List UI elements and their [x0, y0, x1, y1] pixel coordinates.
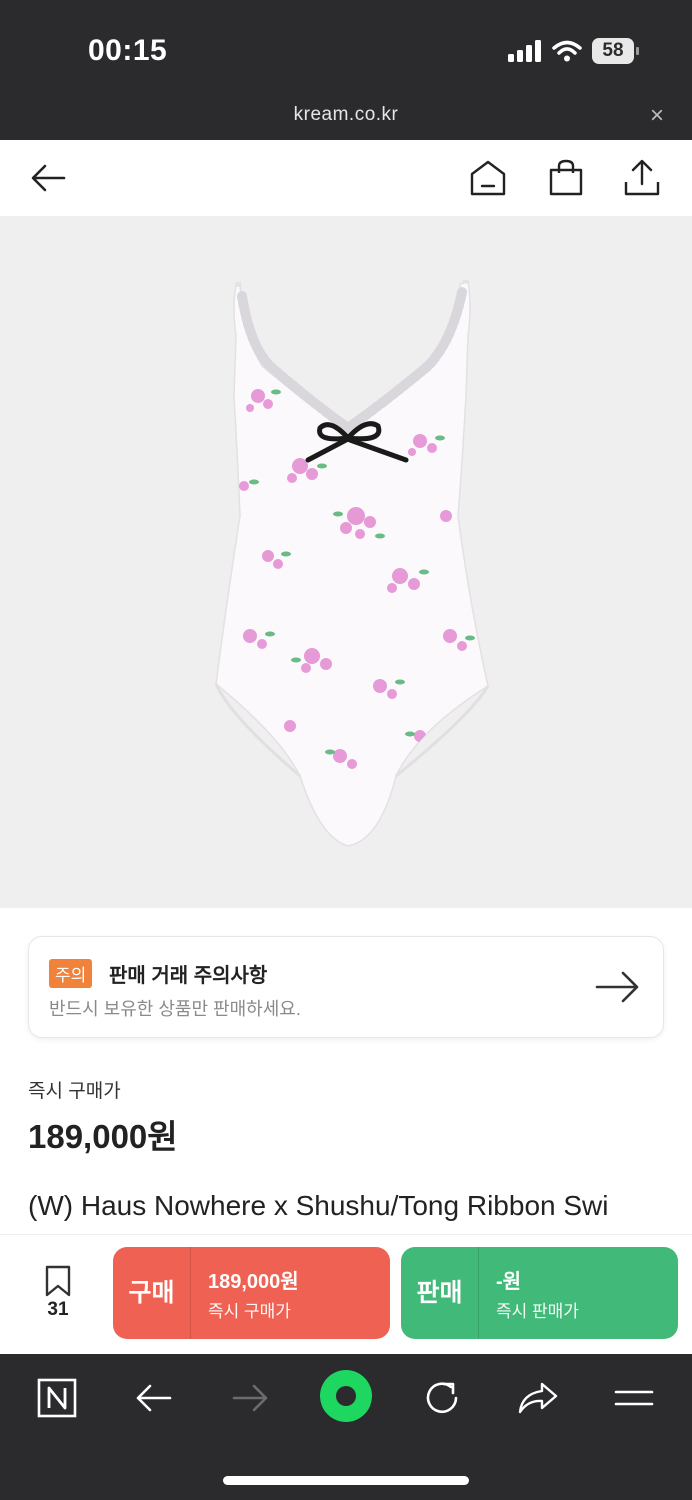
buy-button[interactable]: 구매 189,000원 즉시 구매가	[113, 1247, 390, 1339]
naver-green-dot-icon[interactable]	[320, 1370, 372, 1422]
share-forward-icon[interactable]	[516, 1376, 560, 1420]
wishlist-button[interactable]: 31	[36, 1265, 80, 1321]
notice-badge: 주의	[49, 959, 93, 988]
sell-label: 판매	[401, 1247, 479, 1339]
home-indicator	[223, 1476, 469, 1485]
status-icons: 58	[508, 38, 639, 64]
purchase-action-bar: 31 구매 189,000원 즉시 구매가 판매 -원 즉시 판매가	[0, 1234, 692, 1354]
swimsuit-image	[214, 279, 490, 847]
status-bar: 00:15 58	[0, 0, 692, 96]
battery-indicator: 58	[592, 38, 639, 64]
browser-forward-icon[interactable]	[228, 1376, 272, 1420]
bookmark-icon[interactable]	[43, 1265, 73, 1297]
refresh-icon[interactable]	[420, 1376, 464, 1420]
shopping-bag-icon[interactable]	[546, 158, 586, 198]
sale-notice-card[interactable]: 주의 판매 거래 주의사항 반드시 보유한 상품만 판매하세요.	[28, 936, 664, 1038]
notice-title: 판매 거래 주의사항	[109, 965, 268, 987]
sell-button[interactable]: 판매 -원 즉시 판매가	[401, 1247, 678, 1339]
browser-back-icon[interactable]	[132, 1376, 176, 1420]
product-info-section: 주의 판매 거래 주의사항 반드시 보유한 상품만 판매하세요. 즉시 구매가 …	[0, 908, 692, 1234]
close-icon[interactable]: ×	[650, 102, 664, 130]
product-name: (W) Haus Nowhere x Shushu/Tong Ribbon Sw…	[28, 1190, 609, 1221]
menu-icon[interactable]	[612, 1376, 656, 1420]
app-header	[0, 140, 692, 216]
share-icon[interactable]	[622, 158, 662, 198]
wishlist-count: 31	[47, 1299, 69, 1320]
instant-price-label: 즉시 구매가	[28, 1081, 121, 1102]
back-arrow-icon[interactable]	[28, 158, 68, 198]
sell-info: -원 즉시 판매가	[479, 1265, 579, 1322]
signal-icon	[508, 40, 541, 62]
buy-info: 189,000원 즉시 구매가	[191, 1265, 299, 1322]
wifi-icon	[552, 40, 582, 62]
buy-subtitle: 즉시 구매가	[208, 1301, 291, 1321]
url-domain[interactable]: kream.co.kr	[0, 104, 692, 126]
instant-price: 189,000원	[28, 1118, 178, 1155]
sell-subtitle: 즉시 판매가	[496, 1301, 579, 1321]
buy-label: 구매	[113, 1247, 191, 1339]
home-icon[interactable]	[468, 158, 508, 198]
status-time: 00:15	[88, 34, 168, 67]
naver-n-icon[interactable]	[35, 1376, 79, 1420]
buy-price: 189,000원	[208, 1270, 299, 1293]
notice-subtitle: 반드시 보유한 상품만 판매하세요.	[49, 999, 301, 1019]
arrow-right-icon[interactable]	[595, 967, 641, 1007]
browser-url-bar[interactable]: kream.co.kr ×	[0, 96, 692, 140]
sell-price: -원	[496, 1270, 522, 1293]
product-image[interactable]	[0, 216, 692, 908]
